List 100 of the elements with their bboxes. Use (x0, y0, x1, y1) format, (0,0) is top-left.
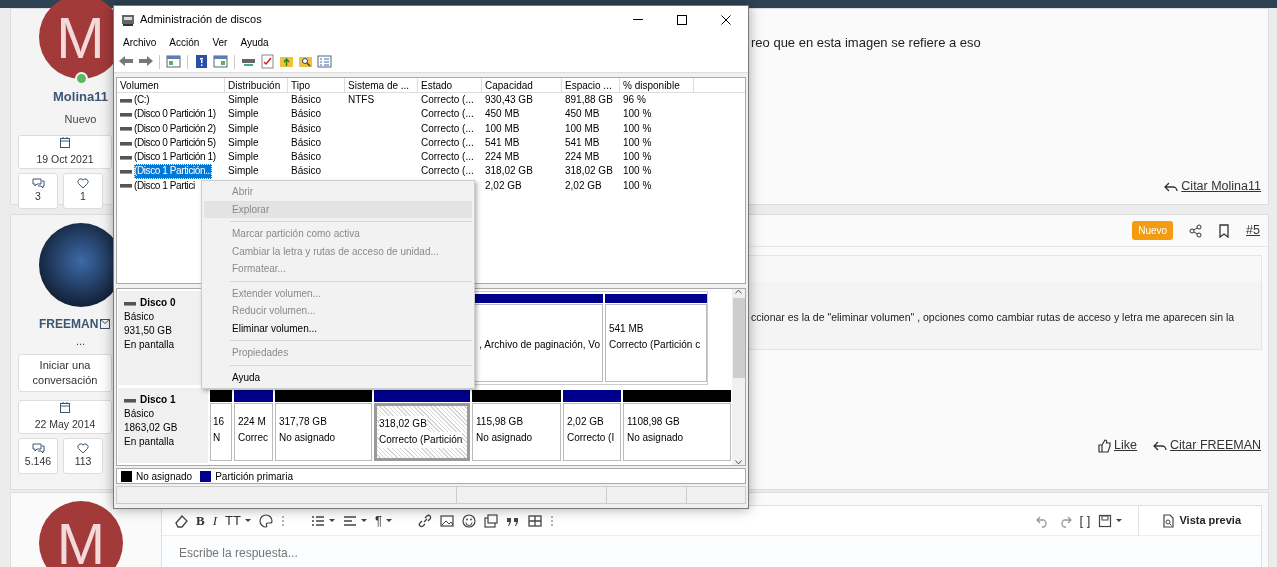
table-cell-text: Correcto (... (420, 107, 475, 122)
disk-type: Básico (124, 407, 155, 422)
volume-name[interactable]: (Disco 0 Partición 2) (134, 121, 216, 136)
joined-date: 22 May 2014 (34, 416, 96, 432)
column-header[interactable]: Tipo (288, 78, 345, 92)
drive-icon (120, 96, 132, 104)
volume-name[interactable]: (Disco 0 Partición 5) (134, 135, 216, 151)
volume-name[interactable]: (Disco 1 Partici (134, 178, 195, 194)
table-cell-text: 100 % (622, 135, 653, 150)
table-cell-text: 2,02 GB (484, 178, 523, 193)
share-icon[interactable] (1189, 223, 1203, 238)
column-header[interactable]: Sistema de ... (345, 78, 418, 92)
panel-icon[interactable] (165, 53, 182, 70)
menu-item[interactable]: Acción (164, 34, 208, 50)
table-cell-text: 100 % (622, 178, 653, 193)
table-cell-text: 100 % (622, 150, 653, 165)
thumbs-up-icon (1097, 438, 1112, 453)
caret-icon (244, 519, 251, 522)
menu-item[interactable]: Ayuda (235, 34, 277, 50)
volume-name[interactable]: (Disco 0 Partición 1) (134, 107, 216, 122)
volume-name[interactable]: (Disco 1 Partición... (134, 164, 213, 179)
eraser-icon[interactable] (174, 513, 188, 528)
volume-name[interactable]: (C:) (134, 93, 150, 108)
list-icon[interactable] (310, 513, 325, 528)
table-cell-text: Correcto (... (420, 150, 475, 165)
drive-icon (120, 110, 132, 118)
caret-icon (328, 519, 335, 522)
reply-input[interactable]: Escribe la respuesta... (162, 536, 334, 562)
column-header[interactable]: Volumen (117, 78, 225, 92)
table-cell-text: 891,88 GB (564, 93, 614, 107)
menu-item[interactable]: Ver (207, 34, 236, 50)
volume-name[interactable]: (Disco 1 Partición 1) (134, 150, 216, 165)
toolbar-button[interactable]: [ ] (1079, 510, 1091, 531)
table-icon[interactable] (527, 513, 542, 528)
column-header[interactable]: Estado (418, 78, 482, 92)
menu-item[interactable]: Archivo (118, 34, 165, 50)
column-header[interactable]: Distribución (225, 78, 288, 92)
checklist-icon[interactable] (259, 53, 276, 70)
help-icon[interactable] (193, 53, 210, 70)
table-cell-text: Correcto (... (420, 164, 475, 179)
username[interactable]: Molina11 (53, 87, 108, 107)
panel-icon[interactable] (212, 53, 229, 70)
partition-size: 318,02 GB (379, 416, 427, 433)
smiley-icon[interactable] (461, 513, 476, 528)
drive-icon (124, 396, 136, 404)
partition-status: Correcto (Partición c (609, 338, 702, 352)
post-message: reo que en esta imagen se refiere a eso (751, 34, 982, 52)
partition-size: 2,02 GB (567, 415, 605, 430)
post-number-link[interactable]: #5 (1246, 221, 1260, 240)
partition-block[interactable]: 16 N (210, 403, 232, 461)
column-header[interactable]: % disponible (620, 78, 694, 92)
partition-block[interactable]: 541 MB Correcto (Partición c (605, 304, 707, 383)
avatar: M (39, 501, 123, 567)
media-icon[interactable] (483, 513, 498, 528)
caret-icon (385, 519, 392, 522)
disk-info-panel[interactable]: Disco 1 Básico 1863,02 GB En pantalla (118, 388, 208, 463)
toolbar-button[interactable]: B (196, 510, 205, 531)
partition-block[interactable]: 318,02 GB Correcto (Partición (374, 403, 470, 461)
username[interactable]: FREEMAN (39, 315, 99, 333)
table-cell-text: 541 MB (484, 135, 521, 150)
column-header[interactable]: Espacio ... (562, 78, 620, 92)
partition-block[interactable]: 317,78 GB No asignado (275, 403, 372, 461)
quote-text: ccionar es la de "eliminar volumen" , opciones como cambiar rutas de acceso y letra me aparecen sin la (751, 310, 1235, 325)
heart-icon (76, 176, 90, 189)
toolbar-button[interactable]: ¶ (374, 510, 382, 531)
toolbar-button[interactable]: I (212, 510, 217, 531)
save-icon[interactable] (1098, 513, 1113, 528)
table-cell-text: Simple (227, 93, 260, 107)
toolbar-button[interactable]: TT (225, 510, 241, 531)
table-cell-text: NTFS (347, 93, 376, 107)
partition-block[interactable]: 1108,98 GB No asignado (623, 403, 731, 461)
quote-link[interactable]: Citar FREEMAN (1153, 436, 1261, 455)
scrollbar[interactable] (732, 289, 745, 465)
preview-button[interactable]: Vista previa (1138, 505, 1251, 536)
drive-icon (120, 153, 132, 161)
palette-icon[interactable] (258, 513, 273, 528)
partition-block[interactable]: 115,98 GB No asignado (472, 403, 561, 461)
image-icon[interactable] (439, 513, 454, 528)
link-icon[interactable] (417, 513, 432, 528)
table-cell-text: 224 MB (484, 150, 521, 165)
partition-status: Correcto (I (567, 431, 616, 446)
table-cell-text: 318,02 GB (484, 164, 534, 179)
partition-block[interactable]: 224 M Correc (234, 403, 273, 461)
partition-status: Correcto (Partición (379, 432, 463, 449)
align-icon[interactable] (342, 513, 357, 528)
start-conversation-button[interactable]: Iniciar una conversación (18, 353, 112, 392)
like-link[interactable]: Like (1097, 436, 1137, 455)
column-header[interactable]: Capacidad (482, 78, 562, 92)
quote-link[interactable]: Citar Molina11 (1164, 177, 1261, 196)
table-cell-text: 930,43 GB (484, 93, 534, 107)
table-cell-text: 2,02 GB (564, 178, 603, 193)
table-cell-text: 100 % (622, 164, 653, 179)
drive-icon (120, 139, 132, 147)
table-cell-text: 100 % (622, 121, 653, 136)
message-icon[interactable] (100, 319, 111, 329)
bookmark-icon[interactable] (1218, 223, 1231, 238)
caret-icon (1116, 519, 1123, 522)
partition-block[interactable]: 2,02 GB Correcto (I (563, 403, 621, 461)
calendar-icon (59, 136, 71, 148)
partition-size: 16 (213, 415, 226, 430)
